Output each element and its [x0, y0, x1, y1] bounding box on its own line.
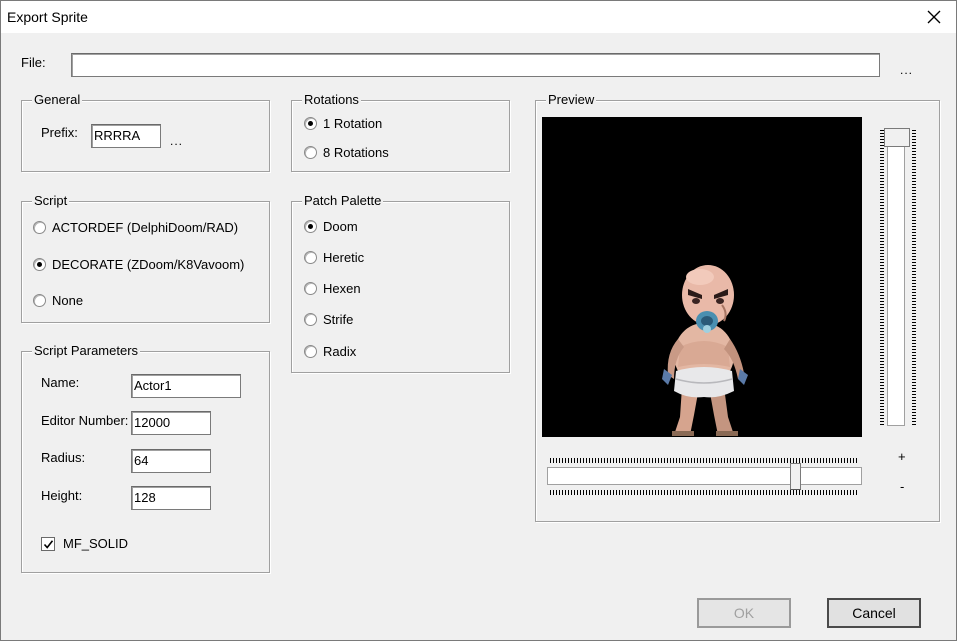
title-bar: Export Sprite	[0, 0, 957, 33]
horizontal-slider-ticks-top	[550, 458, 859, 463]
radio-icon	[33, 221, 46, 234]
radio-icon	[33, 258, 46, 271]
ok-button[interactable]: OK	[697, 598, 791, 628]
palette-strife-radio[interactable]: Strife	[304, 312, 353, 327]
zoom-slider-thumb[interactable]	[884, 128, 910, 147]
vertical-slider-ticks-left	[880, 130, 884, 426]
palette-doom-radio[interactable]: Doom	[304, 219, 358, 234]
rotation-1-radio[interactable]: 1 Rotation	[304, 116, 382, 131]
radio-icon	[304, 146, 317, 159]
name-label: Name:	[41, 375, 80, 390]
editor-number-label: Editor Number:	[41, 413, 129, 428]
script-parameters-group-title: Script Parameters	[32, 343, 141, 358]
general-group-title: General	[32, 92, 83, 107]
palette-radix-label: Radix	[323, 344, 357, 359]
radio-icon	[304, 251, 317, 264]
radio-icon	[304, 117, 317, 130]
radio-icon	[304, 220, 317, 233]
prefix-input[interactable]: RRRRA	[91, 124, 161, 148]
script-actordef-radio[interactable]: ACTORDEF (DelphiDoom/RAD)	[33, 220, 238, 235]
radio-icon	[33, 294, 46, 307]
rotations-group: Rotations	[291, 92, 510, 172]
radius-input[interactable]: 64	[131, 449, 211, 473]
preview-canvas	[542, 117, 862, 437]
script-decorate-radio[interactable]: DECORATE (ZDoom/K8Vavoom)	[33, 257, 244, 272]
zoom-slider-track[interactable]	[887, 130, 905, 426]
vertical-slider-ticks-right	[912, 130, 916, 426]
horizontal-slider-ticks-bottom	[550, 490, 859, 495]
zoom-in-label: +	[898, 449, 906, 464]
radio-icon	[304, 345, 317, 358]
close-button[interactable]	[924, 7, 944, 27]
prefix-browse-button[interactable]: ...	[170, 134, 183, 148]
radio-icon	[304, 313, 317, 326]
rotation-1-label: 1 Rotation	[323, 116, 383, 131]
palette-strife-label: Strife	[323, 312, 354, 327]
script-group-title: Script	[32, 193, 70, 208]
script-actordef-label: ACTORDEF (DelphiDoom/RAD)	[52, 220, 239, 235]
script-decorate-label: DECORATE (ZDoom/K8Vavoom)	[52, 257, 245, 272]
file-browse-button[interactable]: ...	[900, 63, 913, 77]
cancel-button[interactable]: Cancel	[827, 598, 921, 628]
height-input[interactable]: 128	[131, 486, 211, 510]
editor-number-input[interactable]: 12000	[131, 411, 211, 435]
palette-hexen-label: Hexen	[323, 281, 361, 296]
preview-group-title: Preview	[546, 92, 597, 107]
rotations-group-title: Rotations	[302, 92, 361, 107]
rotation-8-label: 8 Rotations	[323, 145, 389, 160]
window-title: Export Sprite	[7, 9, 88, 25]
palette-heretic-radio[interactable]: Heretic	[304, 250, 364, 265]
radio-icon	[304, 282, 317, 295]
palette-radix-radio[interactable]: Radix	[304, 344, 356, 359]
palette-hexen-radio[interactable]: Hexen	[304, 281, 361, 296]
script-none-radio[interactable]: None	[33, 293, 83, 308]
mf-solid-label: MF_SOLID	[63, 536, 129, 551]
sprite-image	[662, 265, 748, 436]
mf-solid-checkbox[interactable]: MF_SOLID	[41, 536, 128, 551]
rotation-slider-track[interactable]	[547, 467, 862, 485]
prefix-label: Prefix:	[41, 125, 78, 140]
check-icon	[41, 536, 55, 551]
file-input[interactable]	[71, 53, 880, 77]
rotation-slider-thumb[interactable]	[789, 463, 801, 490]
radius-label: Radius:	[41, 450, 86, 465]
name-input[interactable]: Actor1	[131, 374, 241, 398]
palette-doom-label: Doom	[323, 219, 358, 234]
height-label: Height:	[41, 488, 83, 503]
close-icon	[927, 10, 941, 24]
script-none-label: None	[52, 293, 84, 308]
rotation-8-radio[interactable]: 8 Rotations	[304, 145, 389, 160]
file-label: File:	[21, 55, 46, 70]
zoom-out-label: -	[900, 479, 905, 494]
palette-group-title: Patch Palette	[302, 193, 384, 208]
palette-heretic-label: Heretic	[323, 250, 365, 265]
